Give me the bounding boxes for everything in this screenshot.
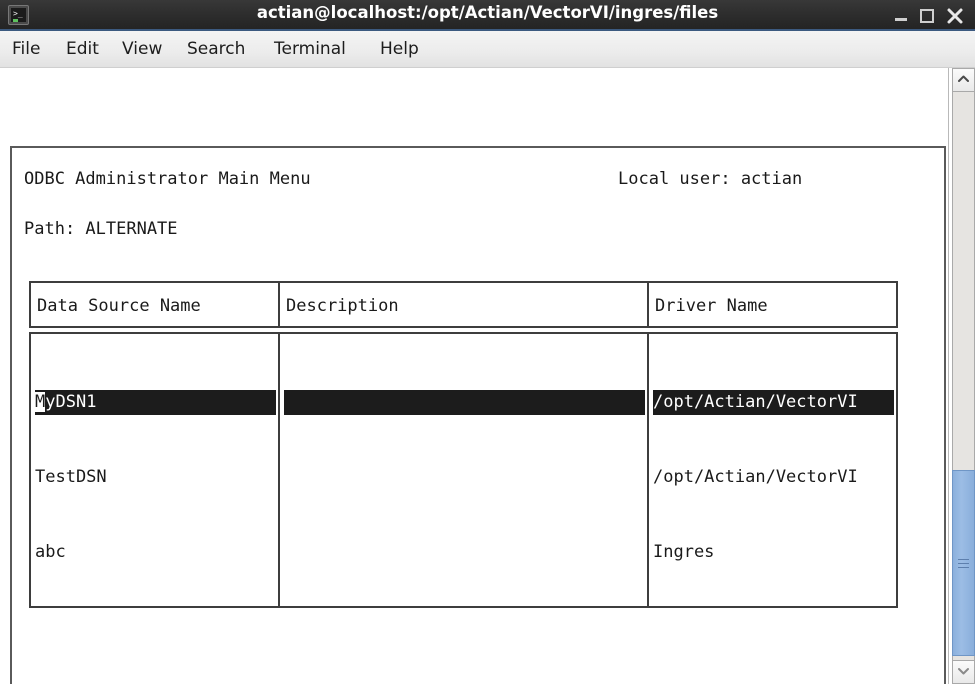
menu-item-view[interactable]: View — [122, 39, 162, 59]
terminal-content[interactable]: ODBC Administrator Main Menu Local user:… — [0, 68, 948, 684]
close-icon[interactable] — [945, 6, 965, 26]
table-row[interactable]: TestDSN — [35, 465, 276, 490]
maximize-icon[interactable] — [917, 6, 937, 26]
table-row[interactable] — [284, 540, 645, 565]
column-header-data-source-name: Data Source Name — [37, 296, 201, 316]
menu-item-file[interactable]: File — [12, 39, 40, 59]
scrollbar-thumb[interactable] — [952, 470, 975, 656]
header-divider-1 — [278, 283, 280, 326]
header-divider-2 — [647, 283, 649, 326]
column-header-description: Description — [286, 296, 399, 316]
cell-driver-name: /opt/Actian/VectorVI — [653, 467, 858, 487]
menu-bar: File Edit View Search Terminal Help — [0, 31, 975, 68]
chevron-up-icon[interactable] — [952, 68, 975, 92]
dsn-table-body[interactable]: MyDSN1 TestDSN abc /opt/Actian/VectorVI … — [29, 332, 898, 608]
table-row[interactable]: Ingres — [653, 540, 894, 565]
cursor-block: M — [35, 392, 46, 412]
body-divider-1 — [278, 334, 280, 606]
column-header-driver-name: Driver Name — [655, 296, 768, 316]
minimize-icon[interactable] — [891, 6, 911, 26]
table-row[interactable]: MyDSN1 — [35, 390, 276, 415]
chevron-down-icon[interactable] — [952, 660, 975, 684]
scrollbar-grip — [958, 559, 969, 560]
cell-driver-name: Ingres — [653, 542, 715, 562]
table-row[interactable] — [284, 390, 645, 415]
path-label: Path: ALTERNATE — [24, 219, 178, 239]
window-title: actian@localhost:/opt/Actian/VectorVI/in… — [256, 3, 719, 22]
menu-item-help[interactable]: Help — [380, 39, 419, 59]
menu-item-edit[interactable]: Edit — [66, 39, 99, 59]
cell-driver-name: /opt/Actian/VectorVI — [653, 392, 858, 412]
menu-item-search[interactable]: Search — [187, 39, 245, 59]
column-driver-name: /opt/Actian/VectorVI /opt/Actian/VectorV… — [653, 340, 894, 606]
table-row[interactable]: /opt/Actian/VectorVI — [653, 390, 894, 415]
cell-data-source-name: TestDSN — [35, 467, 107, 487]
title-bar: >_ actian@localhost:/opt/Actian/VectorVI… — [0, 0, 975, 31]
scrollbar-grip — [958, 567, 969, 568]
body-divider-2 — [647, 334, 649, 606]
cell-data-source-name: abc — [35, 542, 66, 562]
page-title: ODBC Administrator Main Menu — [24, 169, 311, 189]
table-row[interactable]: /opt/Actian/VectorVI — [653, 465, 894, 490]
vertical-scrollbar[interactable] — [948, 68, 975, 684]
cell-data-source-name: yDSN1 — [45, 392, 97, 412]
table-row[interactable] — [284, 465, 645, 490]
terminal-window: >_ actian@localhost:/opt/Actian/VectorVI… — [0, 0, 975, 684]
table-row[interactable]: abc — [35, 540, 276, 565]
column-description — [284, 340, 645, 606]
local-user-label: Local user: actian — [618, 169, 803, 189]
menu-item-terminal[interactable]: Terminal — [274, 39, 346, 59]
column-data-source-name: MyDSN1 TestDSN abc — [35, 340, 276, 606]
dsn-table-header: Data Source Name Description Driver Name — [29, 281, 898, 328]
scrollbar-grip — [958, 563, 969, 564]
